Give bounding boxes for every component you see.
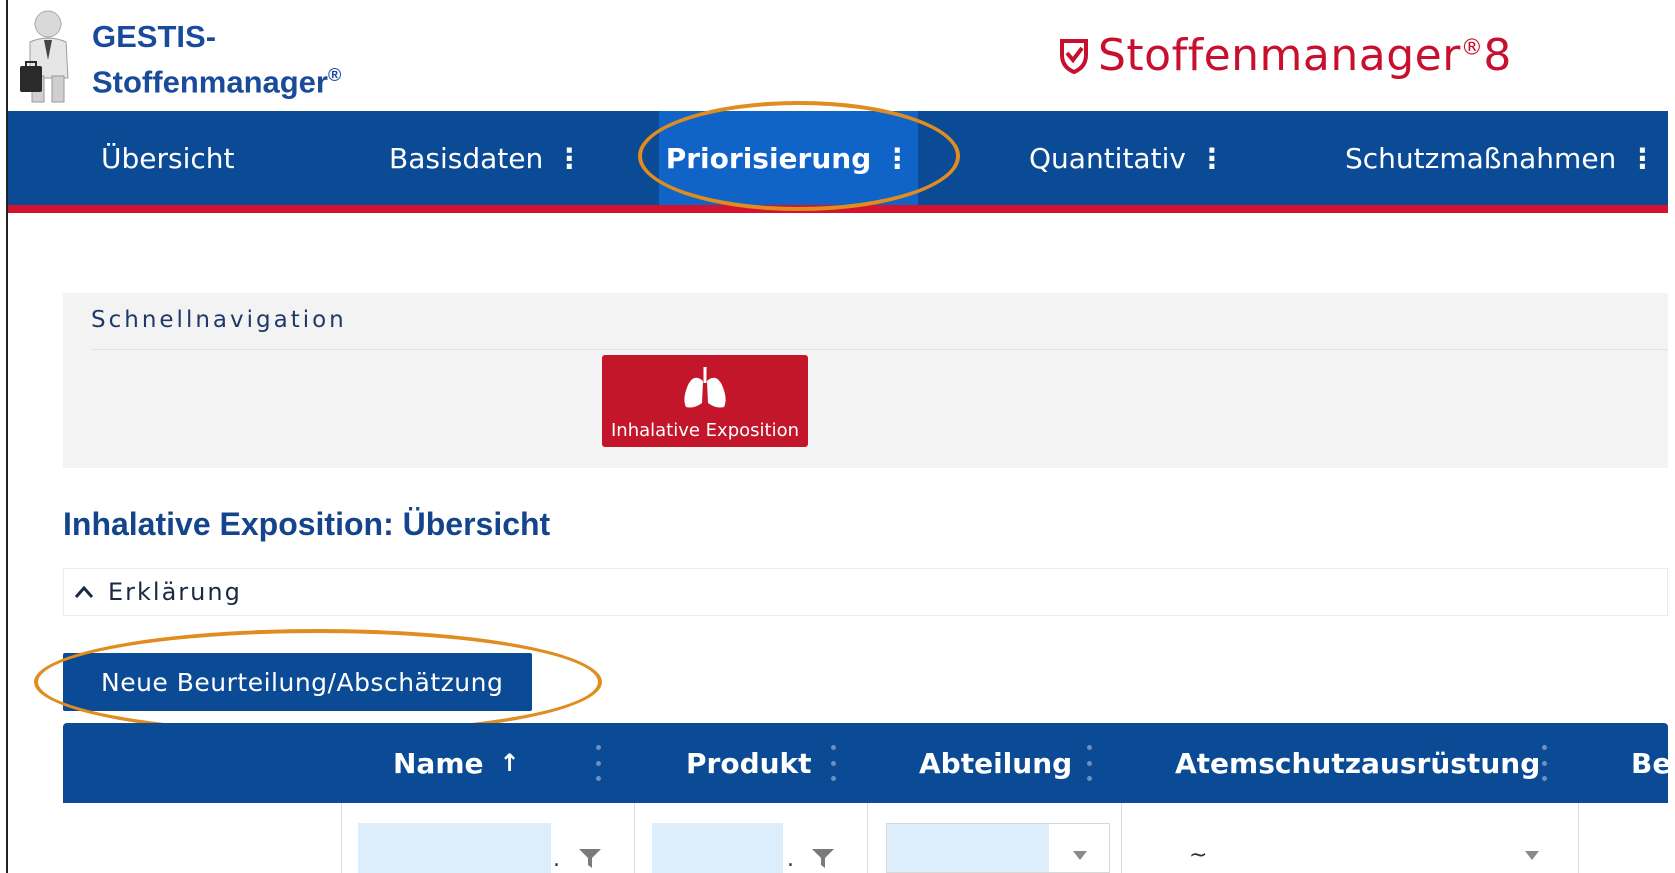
gestis-logo[interactable]: GESTIS- Stoffenmanager®: [18, 8, 341, 104]
column-divider: [867, 803, 868, 873]
column-divider: [634, 803, 635, 873]
column-header-label: Abteilung: [919, 746, 1073, 780]
window-right-edge: [1668, 0, 1675, 873]
column-menu-icon[interactable]: [826, 741, 840, 785]
tile-label: Inhalative Exposition: [610, 420, 799, 441]
atemschutz-dropdown-caret-icon[interactable]: [1525, 851, 1539, 860]
nav-item-label: Priorisierung: [665, 141, 872, 175]
produkt-filter-input[interactable]: [652, 823, 783, 873]
column-menu-icon[interactable]: [1082, 741, 1096, 785]
atemschutz-filter-value: ~: [1189, 843, 1208, 868]
explanation-label: Erklärung: [108, 578, 242, 606]
column-header-label: Produkt: [686, 746, 812, 780]
nav-item-uebersicht[interactable]: Übersicht: [101, 111, 235, 205]
main-navigation: Übersicht Basisdaten ⋮ Priorisierung ⋮ Q…: [8, 111, 1668, 213]
nav-item-label: Quantitativ: [1029, 141, 1186, 175]
new-assessment-button[interactable]: Neue Beurteilung/Abschätzung: [63, 653, 532, 711]
nav-item-priorisierung[interactable]: Priorisierung ⋮: [659, 111, 918, 205]
name-filter-input[interactable]: [358, 823, 551, 873]
column-header-abteilung[interactable]: Abteilung: [919, 723, 1072, 803]
page-title: Inhalative Exposition: Übersicht: [63, 506, 551, 542]
gestis-registered-mark: ®: [327, 65, 342, 85]
column-menu-icon[interactable]: [1537, 741, 1551, 785]
filter-funnel-icon[interactable]: [811, 847, 835, 869]
shield-check-icon: [1060, 38, 1088, 74]
inhalative-exposition-tile[interactable]: Inhalative Exposition: [602, 355, 808, 447]
nav-item-label: Basisdaten: [389, 141, 544, 175]
nav-menu-dots-icon[interactable]: ⋮: [1628, 142, 1656, 175]
assessment-table-header: Name ↑ Produkt Abteilung Atemschutzausrü…: [63, 723, 1675, 803]
dropdown-caret-icon: [1073, 851, 1087, 860]
quicknav-divider: [91, 349, 1668, 350]
nav-item-basisdaten[interactable]: Basisdaten ⋮: [389, 111, 583, 205]
column-divider: [341, 803, 342, 873]
nav-item-schutzmassnahmen[interactable]: Schutzmaßnahmen ⋮: [1345, 111, 1656, 205]
table-filter-row: . . ~: [63, 803, 1668, 873]
column-header-name[interactable]: Name ↑: [393, 723, 520, 803]
abteilung-select-field: [887, 824, 1049, 872]
quick-navigation-panel: Schnellnavigation Inhalative Exposition: [63, 293, 1668, 468]
nav-item-label: Übersicht: [101, 141, 235, 175]
explanation-collapsible[interactable]: Erklärung: [63, 568, 1668, 616]
column-divider: [1121, 803, 1122, 873]
abteilung-filter-select[interactable]: [886, 823, 1110, 873]
name-filter-dot: .: [553, 847, 560, 872]
businessman-figure-icon: [20, 10, 69, 103]
column-header-label: Atemschutzausrüstung: [1175, 746, 1541, 780]
stoffenmanager-logo[interactable]: Stoffenmanager®8: [1058, 30, 1512, 81]
nav-menu-dots-icon[interactable]: ⋮: [883, 142, 911, 175]
produkt-filter-dot: .: [787, 847, 794, 872]
filter-funnel-icon[interactable]: [578, 847, 602, 869]
gestis-title-line1: GESTIS-: [92, 19, 217, 54]
brand-version: 8: [1483, 30, 1512, 81]
brand-registered-mark: ®: [1460, 35, 1484, 61]
nav-menu-dots-icon[interactable]: ⋮: [1198, 142, 1226, 175]
nav-item-quantitativ[interactable]: Quantitativ ⋮: [1029, 111, 1226, 205]
app-header: GESTIS- Stoffenmanager® Stoffenmanager®8: [8, 0, 1668, 111]
column-header-atemschutzausruestung[interactable]: Atemschutzausrüstung: [1175, 723, 1540, 803]
new-assessment-label: Neue Beurteilung/Abschätzung: [101, 667, 504, 697]
chevron-up-icon: [74, 585, 94, 598]
column-divider: [1578, 803, 1579, 873]
lungs-icon: [684, 367, 726, 408]
column-header-produkt[interactable]: Produkt: [686, 723, 812, 803]
column-header-label: Name: [393, 746, 484, 780]
nav-item-label: Schutzmaßnahmen: [1345, 141, 1617, 175]
gestis-title-line2: Stoffenmanager: [92, 64, 328, 100]
nav-menu-dots-icon[interactable]: ⋮: [555, 142, 583, 175]
sort-ascending-icon: ↑: [499, 749, 520, 777]
quicknav-title: Schnellnavigation: [91, 307, 347, 333]
brand-name: Stoffenmanager: [1098, 30, 1461, 81]
column-menu-icon[interactable]: [591, 741, 605, 785]
